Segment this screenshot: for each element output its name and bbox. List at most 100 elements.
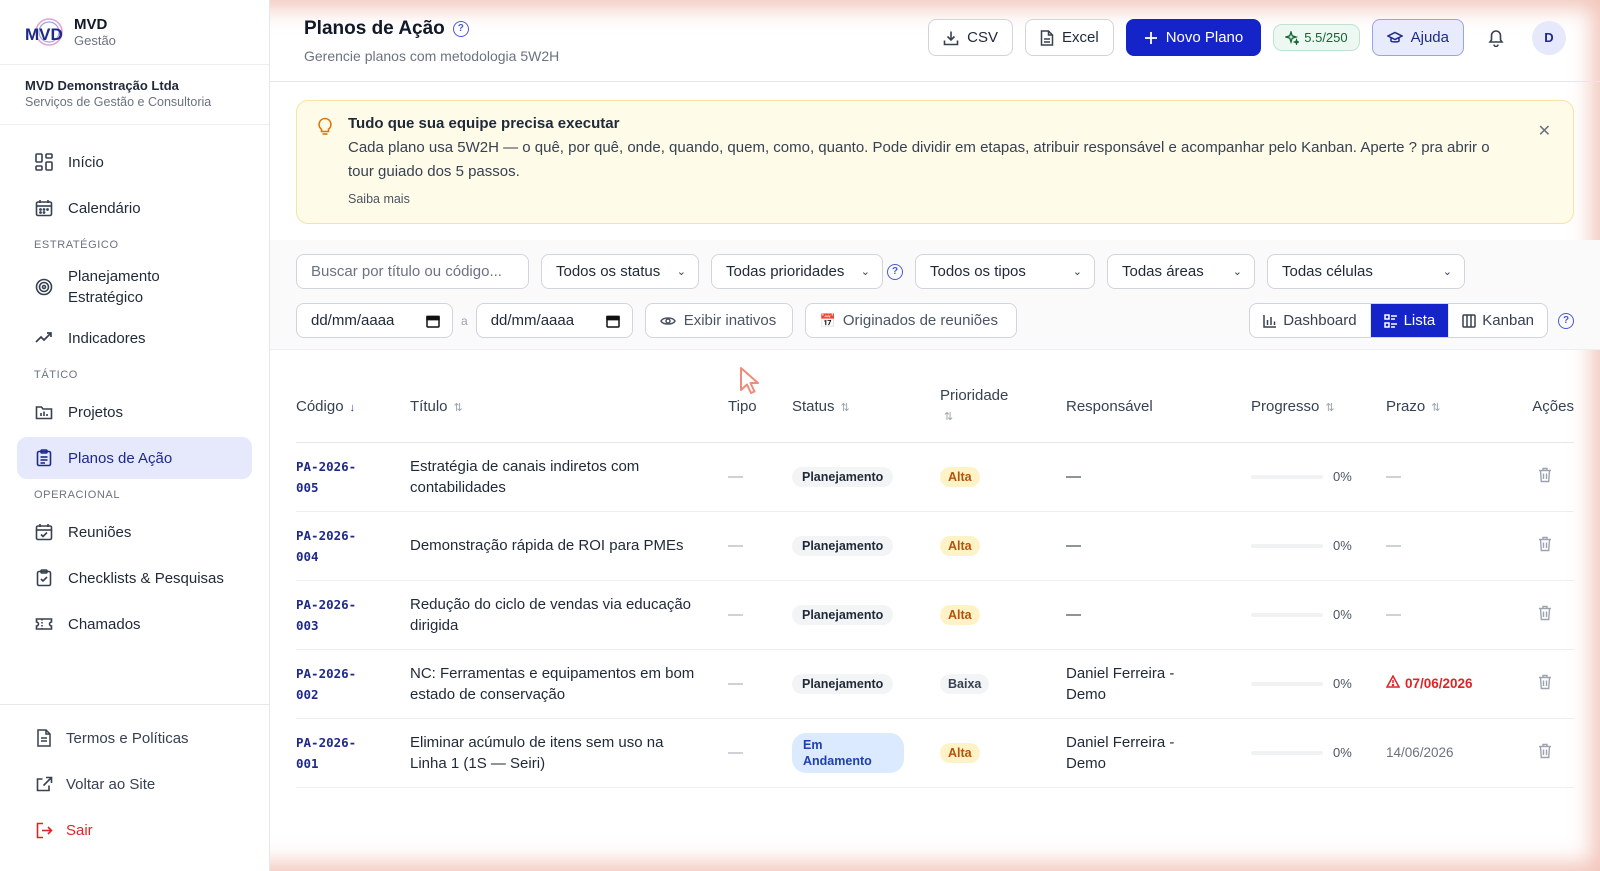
plan-code[interactable]: PA-2026- 002	[296, 649, 410, 719]
select-value: Todas áreas	[1122, 263, 1204, 280]
plan-title[interactable]: Estratégia de canais indiretos com conta…	[410, 442, 728, 512]
view-help-icon[interactable]: ?	[1558, 312, 1574, 329]
date-from-input[interactable]: dd/mm/aaaa	[296, 303, 453, 338]
area-select[interactable]: Todas áreas ⌄	[1107, 254, 1255, 289]
status-select[interactable]: Todos os status ⌄	[541, 254, 699, 289]
plan-title[interactable]: Demonstração rápida de ROI para PMEs	[410, 511, 728, 581]
cell-select[interactable]: Todas células ⌄	[1267, 254, 1465, 289]
clipboard-check-icon	[34, 568, 54, 588]
avatar[interactable]: D	[1532, 20, 1566, 55]
col-progresso[interactable]: Progresso ⇅	[1251, 350, 1386, 443]
logout-icon	[34, 820, 54, 840]
table-row[interactable]: PA-2026- 002 NC: Ferramentas e equipamento…	[296, 649, 1574, 719]
plan-title[interactable]: NC: Ferramentas e equipamentos em bom es…	[410, 649, 728, 719]
nav-label: Planejamento	[68, 268, 160, 285]
chevron-down-icon: ⌄	[860, 266, 870, 278]
plan-code[interactable]: PA-2026- 005	[296, 442, 410, 512]
priority-cell: Alta	[940, 511, 1066, 581]
view-list-button[interactable]: Lista	[1370, 304, 1450, 337]
trash-icon[interactable]	[1538, 605, 1552, 625]
document-icon	[34, 728, 54, 748]
learn-more-link[interactable]: Saiba mais	[348, 192, 1493, 206]
show-inactive-button[interactable]: Exibir inativos	[644, 303, 793, 338]
progress-bar	[1251, 750, 1323, 755]
table-row[interactable]: PA-2026- 005 Estratégia de canais indireto…	[296, 442, 1574, 512]
nav-item-planos[interactable]: Planos de Ação	[17, 437, 252, 479]
view-dashboard-button[interactable]: Dashboard	[1250, 304, 1371, 337]
new-plan-button[interactable]: Novo Plano	[1125, 19, 1262, 56]
table-row[interactable]: PA-2026- 003 Redução do ciclo de vendas vi…	[296, 580, 1574, 650]
help-button[interactable]: Ajuda	[1371, 19, 1464, 56]
nav-label: Indicadores	[68, 329, 146, 347]
nav-item-indicadores[interactable]: Indicadores	[17, 317, 252, 359]
chevron-down-icon: ⌄	[1072, 266, 1082, 278]
status-badge: Planejamento	[792, 535, 894, 556]
col-codigo[interactable]: Código ↓	[296, 350, 410, 443]
bell-icon[interactable]	[1482, 24, 1510, 52]
close-icon[interactable]: ✕	[1538, 121, 1551, 141]
plan-type: —	[728, 580, 792, 650]
view-kanban-button[interactable]: Kanban	[1449, 304, 1547, 337]
calendar-check-icon	[34, 522, 54, 542]
lightbulb-icon	[317, 117, 333, 140]
col-responsavel: Responsável	[1066, 350, 1251, 443]
plan-type: —	[728, 511, 792, 581]
nav-item-reunioes[interactable]: Reuniões	[17, 511, 252, 553]
col-prioridade[interactable]: Prioridade ⇅	[940, 350, 1066, 443]
col-status[interactable]: Status ⇅	[792, 350, 940, 443]
brand-subtitle: Gestão	[74, 33, 116, 48]
table-row[interactable]: PA-2026- 004 Demonstração rápida de ROI pa…	[296, 511, 1574, 581]
actions-cell	[1506, 580, 1574, 650]
logo[interactable]: MVD MVD Gestão	[0, 0, 269, 64]
nav-item-termos[interactable]: Termos e Políticas	[17, 717, 252, 759]
nav-label: Início	[68, 153, 104, 171]
date-to-input[interactable]: dd/mm/aaaa	[475, 303, 633, 338]
due-cell: 07/06/2026	[1385, 649, 1506, 719]
plan-title[interactable]: Redução do ciclo de vendas via educação …	[410, 580, 728, 650]
plan-code[interactable]: PA-2026- 004	[296, 511, 410, 581]
plan-code[interactable]: PA-2026- 001	[296, 718, 410, 788]
list-icon	[1383, 313, 1397, 328]
code-part: PA-2026-	[296, 734, 357, 750]
export-excel-button[interactable]: Excel	[1025, 19, 1114, 56]
nav-item-calendario[interactable]: Calendário	[17, 187, 252, 229]
trash-icon[interactable]	[1538, 536, 1552, 556]
svg-text:MVD: MVD	[25, 25, 63, 44]
trash-icon[interactable]	[1538, 743, 1552, 763]
nav-item-checklists[interactable]: Checklists & Pesquisas	[17, 557, 252, 599]
status-badge: Planejamento	[792, 604, 894, 625]
nav-item-inicio[interactable]: Início	[17, 141, 252, 183]
select-value: Todos os status	[556, 263, 661, 280]
actions-cell	[1506, 718, 1574, 788]
type-select[interactable]: Todos os tipos ⌄	[915, 254, 1095, 289]
priority-badge: Baixa	[940, 673, 990, 694]
plan-title[interactable]: Eliminar acúmulo de itens sem uso na Lin…	[410, 718, 728, 788]
plan-code[interactable]: PA-2026- 003	[296, 580, 410, 650]
nav-item-chamados[interactable]: Chamados	[17, 603, 252, 645]
help-icon[interactable]: ?	[452, 20, 469, 37]
nav-item-sair[interactable]: Sair	[17, 809, 252, 851]
header-label: Responsável	[1066, 398, 1153, 416]
progress-percent: 0%	[1333, 745, 1352, 760]
search-input[interactable]: Buscar por título ou código...	[296, 254, 529, 289]
priority-select[interactable]: Todas prioridades ⌄	[711, 254, 883, 289]
progress-bar	[1251, 474, 1323, 479]
nav-item-projetos[interactable]: Projetos	[17, 391, 252, 433]
trash-icon[interactable]	[1538, 674, 1552, 694]
table-row[interactable]: PA-2026- 001 Eliminar acúmulo de itens sem…	[296, 718, 1574, 788]
export-csv-button[interactable]: CSV	[928, 19, 1013, 56]
col-titulo[interactable]: Título ⇅	[410, 350, 728, 443]
mouse-cursor-icon	[740, 367, 759, 394]
due-date: —	[1386, 537, 1401, 554]
col-prazo[interactable]: Prazo ⇅	[1386, 350, 1506, 443]
graduation-cap-icon	[1386, 31, 1403, 43]
nav-item-voltar[interactable]: Voltar ao Site	[17, 763, 252, 805]
from-meetings-button[interactable]: 📅 Originados de reuniões	[804, 303, 1017, 338]
external-link-icon	[34, 774, 54, 794]
nav-item-planejamento[interactable]: Planejamento Estratégico	[17, 261, 252, 313]
trash-icon[interactable]	[1538, 467, 1552, 487]
responsible: Daniel Ferreira - Demo	[1066, 718, 1251, 788]
priority-help-icon[interactable]: ?	[887, 263, 903, 280]
status-cell: Planejamento	[792, 511, 940, 581]
usage-badge[interactable]: 5.5/250	[1273, 24, 1360, 51]
